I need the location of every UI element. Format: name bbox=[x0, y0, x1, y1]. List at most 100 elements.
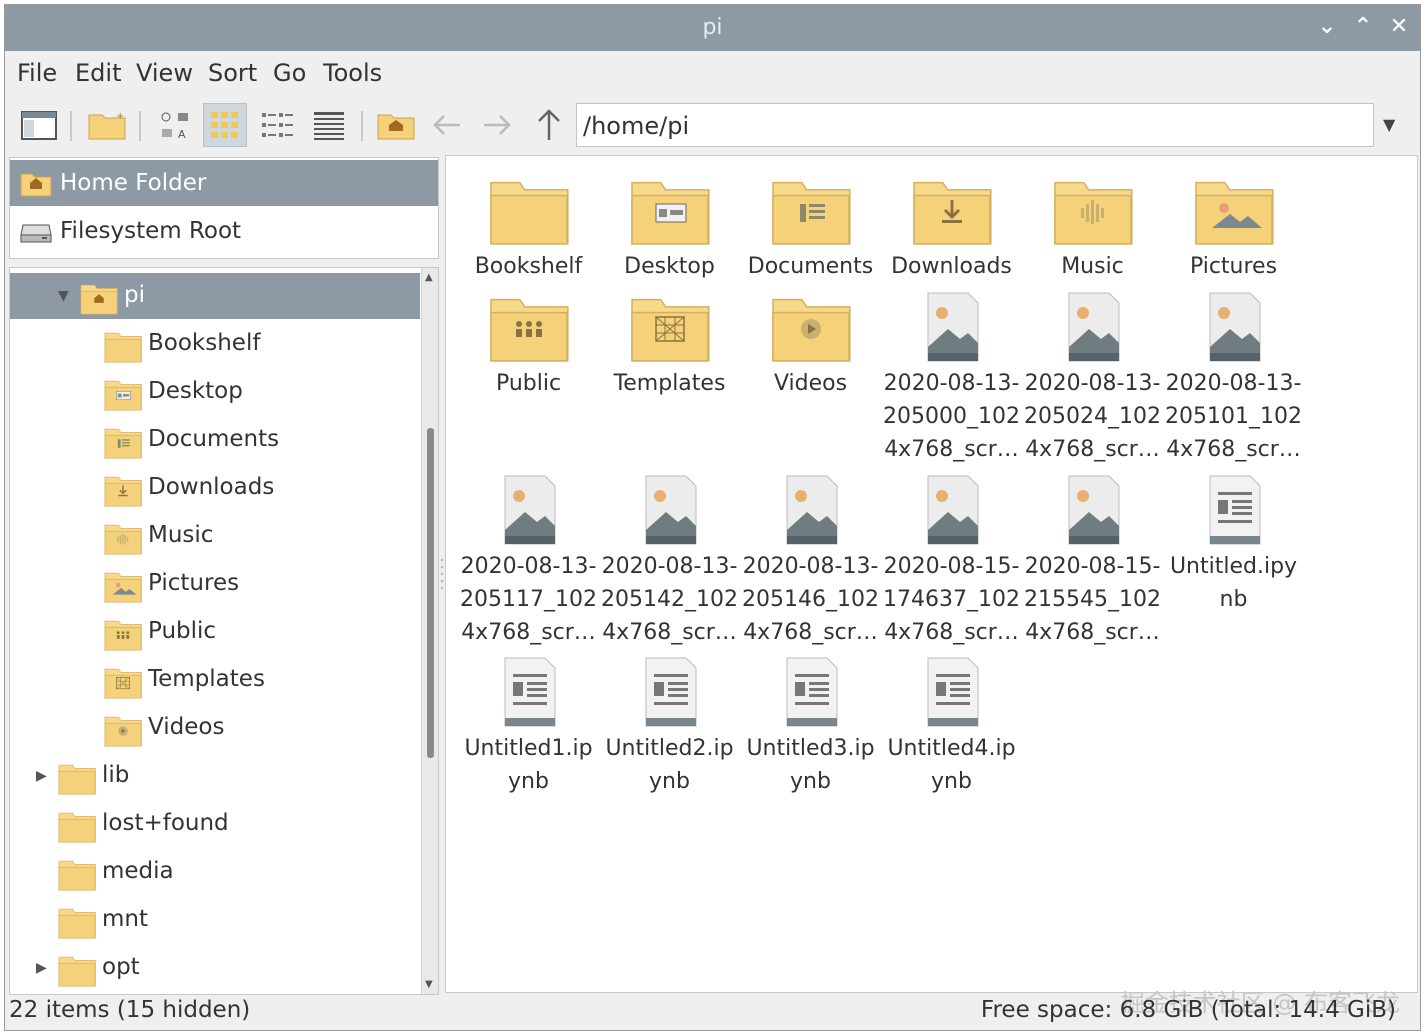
file-item[interactable]: 2020-08-15-174637_1024x768_scr… bbox=[881, 474, 1022, 649]
compact-view-icon bbox=[262, 113, 293, 137]
tree-item-public[interactable]: Public bbox=[10, 609, 420, 655]
tree-scrollbar[interactable]: ▲ ▼ bbox=[421, 268, 438, 994]
tree-item-lib[interactable]: ▶ lib bbox=[10, 753, 420, 799]
back-button[interactable] bbox=[425, 103, 469, 147]
view-icons-button[interactable]: A bbox=[154, 103, 198, 147]
menu-go[interactable]: Go bbox=[273, 59, 306, 87]
tree-item-opt[interactable]: ▶ opt bbox=[10, 945, 420, 991]
expand-arrow-icon[interactable]: ▶ bbox=[36, 960, 47, 976]
tree-item-label: lost+found bbox=[102, 810, 229, 836]
file-item[interactable]: Public bbox=[458, 291, 599, 400]
file-item[interactable]: Bookshelf bbox=[458, 174, 599, 283]
tree-item-videos[interactable]: Videos bbox=[10, 705, 420, 751]
file-item[interactable]: Untitled4.ipynb bbox=[881, 656, 1022, 798]
free-space: Free space: 6.8 GiB (Total: 14.4 GiB) bbox=[980, 997, 1396, 1023]
tree-item-label: Bookshelf bbox=[148, 330, 261, 356]
menu-tools[interactable]: Tools bbox=[323, 59, 382, 87]
file-item[interactable]: Videos bbox=[740, 291, 881, 400]
svg-text:+: + bbox=[116, 111, 124, 122]
pictures-folder-icon bbox=[1194, 174, 1274, 246]
view-thumbnails-button[interactable] bbox=[203, 103, 247, 147]
file-item[interactable]: Pictures bbox=[1163, 174, 1304, 283]
folder-icon bbox=[104, 329, 142, 363]
view-compact-button[interactable] bbox=[255, 103, 299, 147]
minimize-button[interactable]: ⌄ bbox=[1313, 13, 1341, 41]
arrow-right-icon bbox=[484, 115, 511, 135]
menu-sort[interactable]: Sort bbox=[208, 59, 257, 87]
file-item[interactable]: 2020-08-13-205000_1024x768_scr… bbox=[881, 291, 1022, 466]
tree-item-mnt[interactable]: mnt bbox=[10, 897, 420, 943]
templates-folder-icon bbox=[104, 665, 142, 699]
music-folder-icon bbox=[1053, 174, 1133, 246]
menu-edit[interactable]: Edit bbox=[75, 59, 121, 87]
file-item[interactable]: 2020-08-13-205024_1024x768_scr… bbox=[1022, 291, 1163, 466]
scroll-up-arrow[interactable]: ▲ bbox=[425, 272, 433, 283]
pictures-folder-icon bbox=[104, 569, 142, 603]
title-bar[interactable]: pi ⌄ ⌃ ✕ bbox=[5, 5, 1420, 51]
file-item[interactable]: Downloads bbox=[881, 174, 1022, 283]
file-item[interactable]: 2020-08-13-205101_1024x768_scr… bbox=[1163, 291, 1304, 466]
expand-arrow-icon[interactable]: ▶ bbox=[36, 768, 47, 784]
music-folder-icon bbox=[104, 521, 142, 555]
path-history-dropdown[interactable]: ▼ bbox=[1383, 115, 1395, 134]
file-item[interactable]: 2020-08-13-205117_1024x768_scr… bbox=[458, 474, 599, 649]
tree-item-pi[interactable]: ▼ pi bbox=[10, 273, 420, 319]
tree-item-label: pi bbox=[124, 282, 145, 308]
tree-item-templates[interactable]: Templates bbox=[10, 657, 420, 703]
new-folder-button[interactable]: + bbox=[85, 103, 129, 147]
new-window-icon bbox=[21, 111, 57, 140]
videos-folder-icon bbox=[771, 291, 851, 363]
place-home-folder[interactable]: Home Folder bbox=[10, 160, 438, 206]
file-name: 2020-08-13-205142_1024x768_scr… bbox=[601, 554, 738, 645]
file-item[interactable]: Music bbox=[1022, 174, 1163, 283]
file-item[interactable]: Untitled1.ipynb bbox=[458, 656, 599, 798]
tree-item-desktop[interactable]: Desktop bbox=[10, 369, 420, 415]
menu-file[interactable]: File bbox=[17, 59, 57, 87]
menu-view[interactable]: View bbox=[136, 59, 193, 87]
path-input[interactable]: /home/pi bbox=[576, 103, 1374, 147]
file-name: Templates bbox=[613, 371, 726, 396]
file-item[interactable]: 2020-08-13-205142_1024x768_scr… bbox=[599, 474, 740, 649]
maximize-button[interactable]: ⌃ bbox=[1349, 13, 1377, 41]
tree-item-music[interactable]: Music bbox=[10, 513, 420, 559]
menu-bar: File Edit View Sort Go Tools bbox=[5, 51, 1420, 95]
file-item[interactable]: Untitled.ipynb bbox=[1163, 474, 1304, 616]
file-item[interactable]: Untitled2.ipynb bbox=[599, 656, 740, 798]
up-button[interactable] bbox=[527, 103, 571, 147]
view-list-button[interactable] bbox=[307, 103, 351, 147]
file-item[interactable]: Desktop bbox=[599, 174, 740, 283]
home-button[interactable] bbox=[374, 103, 418, 147]
image-file-icon bbox=[912, 291, 992, 363]
new-window-button[interactable] bbox=[17, 103, 61, 147]
file-item[interactable]: 2020-08-15-215545_1024x768_scr… bbox=[1022, 474, 1163, 649]
file-item[interactable]: Documents bbox=[740, 174, 881, 283]
item-count: 22 items (15 hidden) bbox=[9, 997, 251, 1023]
scroll-down-arrow[interactable]: ▼ bbox=[425, 979, 433, 990]
file-item[interactable]: Templates bbox=[599, 291, 740, 400]
templates-folder-icon bbox=[630, 291, 710, 363]
downloads-folder-icon bbox=[104, 473, 142, 507]
tree-item-media[interactable]: media bbox=[10, 849, 420, 895]
tree-item-lost-found[interactable]: lost+found bbox=[10, 801, 420, 847]
home-folder-icon bbox=[377, 114, 415, 140]
image-file-icon bbox=[771, 474, 851, 546]
tree-item-pictures[interactable]: Pictures bbox=[10, 561, 420, 607]
scrollbar-thumb[interactable] bbox=[427, 428, 434, 758]
svg-text:A: A bbox=[178, 128, 186, 141]
tree-item-bookshelf[interactable]: Bookshelf bbox=[10, 321, 420, 367]
tree-item-downloads[interactable]: Downloads bbox=[10, 465, 420, 511]
public-folder-icon bbox=[489, 291, 569, 363]
file-name: 2020-08-13-205024_1024x768_scr… bbox=[1024, 371, 1161, 462]
file-item[interactable]: 2020-08-13-205146_1024x768_scr… bbox=[740, 474, 881, 649]
file-name: Downloads bbox=[891, 254, 1012, 279]
forward-button[interactable] bbox=[475, 103, 519, 147]
public-folder-icon bbox=[104, 617, 142, 651]
tree-item-documents[interactable]: Documents bbox=[10, 417, 420, 463]
file-item[interactable]: Untitled3.ipynb bbox=[740, 656, 881, 798]
place-filesystem-root[interactable]: Filesystem Root bbox=[10, 208, 438, 254]
close-button[interactable]: ✕ bbox=[1385, 13, 1413, 41]
icon-view-icon: A bbox=[161, 112, 188, 141]
file-name: Untitled.ipynb bbox=[1169, 554, 1298, 612]
status-bar: 22 items (15 hidden) 掘金技术社区 @ 布客飞龙 Free … bbox=[5, 989, 1420, 1031]
collapse-arrow-icon[interactable]: ▼ bbox=[58, 288, 69, 304]
